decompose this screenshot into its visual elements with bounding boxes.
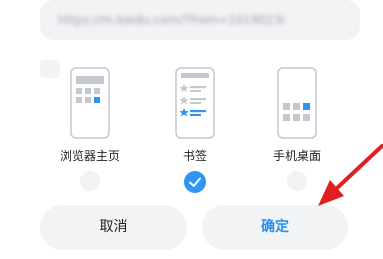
url-text: https://m.baidu.com/?from=1019023i xyxy=(58,13,285,27)
set-homepage-dialog: https://m.baidu.com/?from=1019023i 浏览器主页 xyxy=(0,0,383,259)
phone-desktop-preview-icon xyxy=(277,67,317,139)
annotation-arrow-icon xyxy=(318,144,383,206)
option-label: 书签 xyxy=(182,149,207,163)
cancel-button[interactable]: 取消 xyxy=(40,205,187,250)
radio-browser-homepage[interactable] xyxy=(80,171,100,191)
browser-homepage-preview-icon xyxy=(70,67,110,139)
bookmark-preview-icon xyxy=(175,67,215,139)
url-field[interactable]: https://m.baidu.com/?from=1019023i xyxy=(40,0,360,40)
radio-bookmark[interactable] xyxy=(184,171,206,193)
option-bookmark[interactable]: 书签 xyxy=(150,67,240,197)
option-label: 浏览器主页 xyxy=(59,149,120,163)
option-browser-homepage[interactable]: 浏览器主页 xyxy=(45,67,135,197)
checkmark-icon xyxy=(189,177,201,187)
